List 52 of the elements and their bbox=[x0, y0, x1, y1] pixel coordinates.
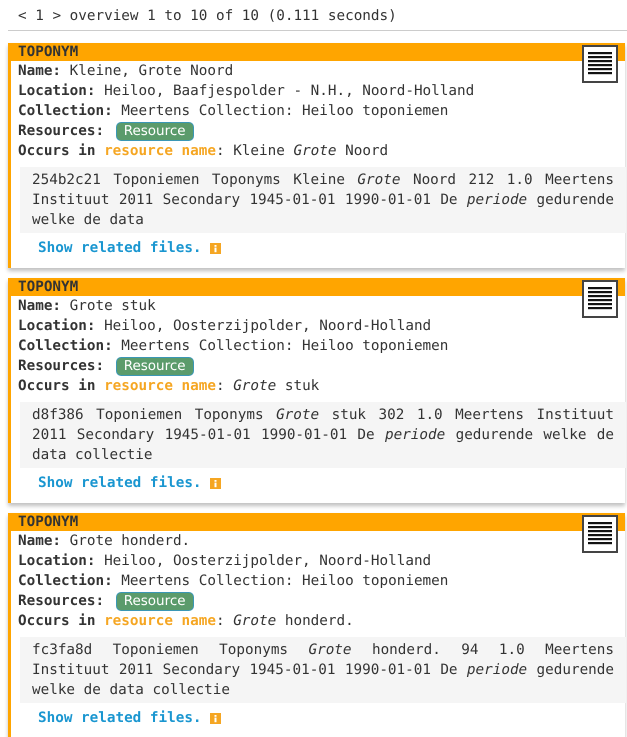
document-icon[interactable] bbox=[582, 515, 618, 553]
card-header: TOPONYM bbox=[11, 278, 625, 296]
field-label: Resources: bbox=[18, 123, 104, 139]
resource-button[interactable]: Resource bbox=[116, 356, 194, 376]
page-number: 1 bbox=[35, 8, 44, 24]
field-value: Heiloo, Oosterzijpolder, Noord-Holland bbox=[104, 318, 432, 334]
field-label: Location: bbox=[18, 553, 96, 569]
separator: : bbox=[216, 378, 225, 394]
related-files-link[interactable]: Show related files. bbox=[38, 238, 202, 258]
field-label: Name: bbox=[18, 298, 62, 314]
field-label: Name: bbox=[18, 63, 62, 79]
field-value: Meertens Collection: Heiloo toponiemen bbox=[121, 103, 448, 119]
field-value: Grote stuk bbox=[70, 298, 156, 314]
field-name: resource name bbox=[104, 613, 216, 629]
field-label: Location: bbox=[18, 318, 96, 334]
occurrence-value: Kleine Grote Noord bbox=[233, 143, 388, 159]
resource-button[interactable]: Resource bbox=[116, 592, 194, 611]
occurs-label: Occurs in bbox=[18, 378, 96, 394]
snippet-text: fc3fa8d Toponiemen Toponyms Grote honderd. 94 1.0 Meertens Instituut 2011 Secondary 1945-01-01 1990-01-01 De periode gedurende welke de data collectie bbox=[20, 637, 626, 703]
occurrence-value: Grote stuk bbox=[233, 378, 320, 394]
related-files-link[interactable]: Show related files. bbox=[38, 708, 202, 728]
field-label: Resources: bbox=[18, 593, 104, 609]
field-label: Resources: bbox=[18, 358, 104, 374]
card-header: TOPONYM bbox=[11, 513, 625, 531]
field-value: Grote honderd. bbox=[70, 533, 190, 549]
occurs-label: Occurs in bbox=[18, 613, 96, 629]
field-label: Collection: bbox=[18, 338, 113, 354]
separator: : bbox=[216, 143, 225, 159]
field-value: Meertens Collection: Heiloo toponiemen bbox=[121, 573, 448, 589]
occurs-label: Occurs in bbox=[18, 143, 96, 159]
results-summary: overview 1 to 10 of 10 (0.111 seconds) bbox=[70, 8, 397, 24]
field-name: resource name bbox=[104, 378, 216, 394]
field-label: Location: bbox=[18, 83, 96, 99]
related-files-link[interactable]: Show related files. bbox=[38, 473, 202, 493]
card-header: TOPONYM bbox=[11, 43, 625, 61]
snippet-text: 254b2c21 Toponiemen Toponyms Kleine Grote Noord 212 1.0 Meertens Instituut 2011 Secondary 1945-01-01 1990-01-01 De periode gedurende welke de data bbox=[20, 167, 626, 233]
field-label: Collection: bbox=[18, 103, 113, 119]
field-name: resource name bbox=[104, 143, 216, 159]
occurrence-value: Grote honderd. bbox=[233, 613, 354, 629]
field-label: Collection: bbox=[18, 573, 113, 589]
next-page-link[interactable]: > bbox=[52, 8, 62, 24]
separator: : bbox=[216, 613, 225, 629]
field-value: Heiloo, Oosterzijpolder, Noord-Holland bbox=[104, 553, 432, 569]
document-icon[interactable] bbox=[582, 45, 618, 83]
field-value: Kleine, Grote Noord bbox=[70, 63, 234, 79]
resource-button[interactable]: Resource bbox=[116, 122, 194, 141]
field-label: Name: bbox=[18, 533, 62, 549]
field-value: Meertens Collection: Heiloo toponiemen bbox=[121, 338, 448, 354]
document-icon[interactable] bbox=[582, 280, 618, 318]
previous-page-link[interactable]: < bbox=[18, 8, 27, 24]
field-value: Heiloo, Baafjespolder - N.H., Noord-Holland bbox=[104, 83, 474, 99]
snippet-text: d8f386 Toponiemen Toponyms Grote stuk 302 1.0 Meertens Instituut 2011 Secondary 1945-01-01 1990-01-01 De periode gedurende welke de data collectie bbox=[20, 402, 626, 468]
